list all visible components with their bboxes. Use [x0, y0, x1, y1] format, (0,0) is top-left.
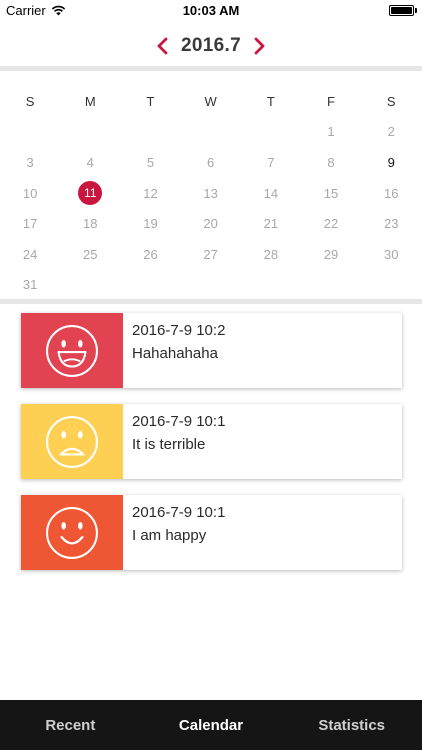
calendar-day[interactable]: 10	[0, 178, 60, 209]
selected-day-marker: 11	[78, 181, 103, 206]
sad-face-icon	[46, 415, 98, 468]
calendar-week-row: 24 25 26 27 28 29 30	[0, 239, 422, 270]
clock-time: 10:03 AM	[182, 3, 240, 18]
calendar-empty-cell	[301, 270, 361, 301]
calendar-empty-cell	[120, 270, 180, 301]
entry-timestamp: 2016-7-9 10:1	[132, 413, 226, 430]
status-bar: Carrier 10:03 AM	[0, 0, 422, 22]
calendar-day[interactable]: 7	[241, 147, 301, 178]
tab-recent[interactable]: Recent	[0, 700, 141, 750]
calendar-day[interactable]: 9	[361, 147, 421, 178]
calendar-day[interactable]: 3	[0, 147, 60, 178]
calendar-week-row: 12	[0, 117, 422, 148]
entry-card[interactable]: 2016-7-9 10:1 I am happy	[21, 495, 402, 570]
weekday-label: S	[386, 93, 396, 109]
entry-list: 2016-7-9 10:2 Hahahahaha 2016-7-9 10:1 It i…	[21, 313, 402, 586]
calendar-day[interactable]: 23	[361, 208, 421, 239]
mood-badge	[21, 495, 123, 570]
calendar-empty-cell	[120, 117, 180, 148]
header-divider	[0, 66, 422, 71]
month-header: 2016.7	[0, 30, 422, 62]
calendar-empty-cell	[241, 117, 301, 148]
calendar-day[interactable]: 12	[120, 178, 180, 209]
calendar-day[interactable]: 14	[241, 178, 301, 209]
calendar-day[interactable]: 19	[120, 208, 180, 239]
calendar-empty-cell	[241, 270, 301, 301]
calendar-day[interactable]: 6	[181, 147, 241, 178]
entry-timestamp: 2016-7-9 10:2	[132, 322, 226, 339]
calendar-day[interactable]: 22	[301, 208, 361, 239]
calendar-day[interactable]: 21	[241, 208, 301, 239]
calendar-grid: SMTWTFS 1 2 3 4 5 6 7 8 9 10 11 12 13 14 15 16 17 18 19 20 2…	[0, 86, 422, 300]
next-month-button[interactable]	[251, 34, 269, 58]
calendar-day[interactable]: 15	[301, 178, 361, 209]
battery-tip	[415, 8, 417, 13]
calendar-week-row: 10 11 12 13 14 15 16	[0, 178, 422, 209]
calendar-day[interactable]: 20	[181, 208, 241, 239]
mood-badge	[21, 404, 123, 479]
entry-text: Hahahahaha	[132, 345, 218, 362]
calendar-day[interactable]: 1	[301, 117, 361, 148]
entry-content: 2016-7-9 10:1 I am happy	[123, 495, 235, 570]
calendar-day[interactable]: 4	[60, 147, 120, 178]
calendar-day[interactable]: 16	[361, 178, 421, 209]
weekday-label: W	[204, 93, 217, 109]
entry-card[interactable]: 2016-7-9 10:2 Hahahahaha	[21, 313, 402, 388]
calendar-day[interactable]: 13	[181, 178, 241, 209]
chevron-right-icon	[254, 37, 265, 55]
calendar-day[interactable]: 30	[361, 239, 421, 270]
entry-text: I am happy	[132, 527, 207, 544]
prev-month-button[interactable]	[153, 34, 171, 58]
weekday-label: M	[84, 93, 96, 109]
calendar-week-row: 3456789	[0, 147, 422, 178]
calendar-empty-cell	[60, 270, 120, 301]
entry-text: It is terrible	[132, 436, 206, 453]
entry-content: 2016-7-9 10:1 It is terrible	[123, 404, 235, 479]
weekday-row: SMTWTFS	[0, 86, 422, 117]
weekday-label: S	[25, 93, 35, 109]
calendar-day[interactable]: 11	[60, 178, 120, 209]
tab-statistics[interactable]: Statistics	[281, 700, 422, 750]
entry-timestamp: 2016-7-9 10:1	[132, 504, 226, 521]
calendar-empty-cell	[60, 117, 120, 148]
calendar-day[interactable]: 27	[181, 239, 241, 270]
calendar-week-row: 17 18 19 20 21 22 23	[0, 208, 422, 239]
calendar-empty-cell	[181, 117, 241, 148]
calendar-day[interactable]: 26	[120, 239, 180, 270]
calendar-day[interactable]: 28	[241, 239, 301, 270]
calendar-day[interactable]: 8	[301, 147, 361, 178]
calendar-week-row: 31	[0, 270, 422, 301]
mood-badge	[21, 313, 123, 388]
battery-icon	[389, 5, 414, 16]
entry-content: 2016-7-9 10:2 Hahahahaha	[123, 313, 235, 388]
calendar-day[interactable]: 25	[60, 239, 120, 270]
calendar-day[interactable]: 5	[120, 147, 180, 178]
calendar-day[interactable]: 2	[361, 117, 421, 148]
calendar-day[interactable]: 24	[0, 239, 60, 270]
calendar-day[interactable]: 18	[60, 208, 120, 239]
weekday-label: T	[266, 93, 275, 109]
calendar-day[interactable]: 29	[301, 239, 361, 270]
entry-card[interactable]: 2016-7-9 10:1 It is terrible	[21, 404, 402, 479]
chevron-left-icon	[157, 37, 168, 55]
calendar-divider	[0, 299, 422, 304]
tab-calendar[interactable]: Calendar	[141, 700, 282, 750]
laughing-face-icon	[46, 324, 98, 377]
weekday-label: F	[327, 93, 335, 109]
calendar-day[interactable]: 17	[0, 208, 60, 239]
calendar-empty-cell	[361, 270, 421, 301]
month-title: 2016.7	[181, 35, 241, 56]
calendar-day[interactable]: 31	[0, 270, 60, 301]
weekday-label: T	[146, 93, 155, 109]
smiling-face-icon	[46, 506, 98, 559]
tab-bar: Recent Calendar Statistics	[0, 700, 422, 750]
calendar-empty-cell	[0, 117, 60, 148]
calendar-empty-cell	[181, 270, 241, 301]
